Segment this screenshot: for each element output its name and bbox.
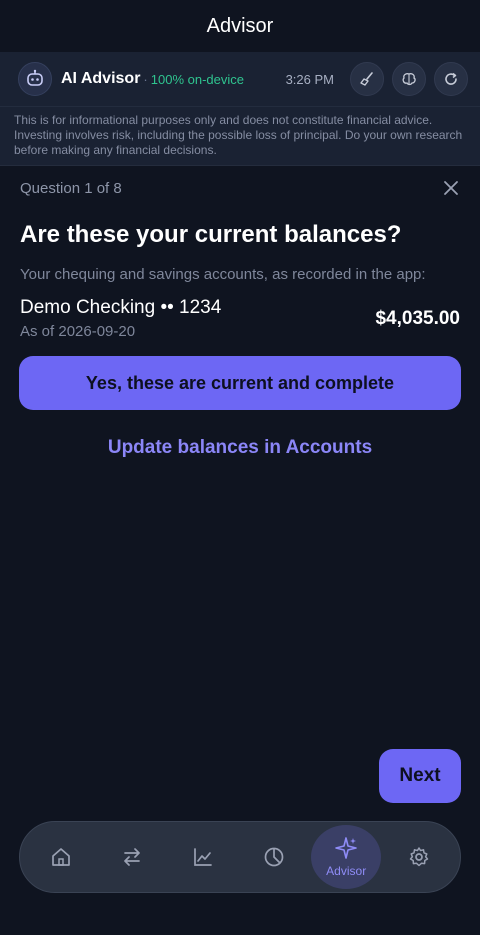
disclaimer-text: This is for informational purposes only … — [0, 107, 480, 166]
tab-transfers[interactable] — [97, 825, 168, 889]
tab-settings[interactable] — [383, 825, 454, 889]
broom-icon — [360, 72, 373, 86]
on-device-status: 100% on-device — [150, 71, 244, 87]
tab-home[interactable] — [26, 825, 97, 889]
advisor-header: AI Advisor · 100% on-device 3:26 PM — [0, 52, 480, 107]
trend-chart-icon — [194, 848, 212, 866]
close-button[interactable] — [442, 179, 460, 197]
brain-icon — [402, 73, 416, 86]
separator-dot: · — [143, 71, 148, 87]
timestamp: 3:26 PM — [285, 71, 334, 87]
tab-advisor[interactable]: Advisor — [311, 825, 382, 889]
clear-chat-button[interactable] — [350, 62, 384, 96]
home-icon — [52, 848, 71, 866]
sparkle-icon — [335, 837, 357, 859]
advisor-name: AI Advisor — [61, 70, 141, 87]
page-title: Advisor — [206, 14, 274, 37]
tab-budget[interactable] — [238, 825, 309, 889]
account-name: Demo Checking •• 1234 — [20, 297, 222, 318]
update-balances-link[interactable]: Update balances in Accounts — [0, 437, 480, 459]
account-info: Demo Checking •• 1234 As of 2026-09-20 — [20, 297, 221, 340]
account-as-of-date: As of 2026-09-20 — [20, 323, 136, 340]
account-balance: $4,035.00 — [375, 307, 460, 329]
confirm-balances-button[interactable]: Yes, these are current and complete — [19, 356, 461, 410]
gear-icon — [409, 847, 428, 867]
account-row: Demo Checking •• 1234 As of 2026-09-20 $… — [0, 283, 480, 340]
question-subtitle: Your chequing and savings accounts, as r… — [20, 266, 426, 283]
bottom-tab-bar: Advisor — [19, 821, 461, 893]
question-title: Are these your current balances? — [20, 221, 402, 248]
question-header: Question 1 of 8 — [0, 166, 480, 210]
next-button[interactable]: Next — [379, 749, 461, 803]
tab-investments[interactable] — [168, 825, 239, 889]
question-counter: Question 1 of 8 — [20, 179, 122, 197]
transfer-icon — [124, 848, 141, 866]
brain-mode-button[interactable] — [392, 62, 426, 96]
pie-chart-icon — [264, 847, 284, 867]
top-bar: Advisor — [0, 0, 480, 52]
refresh-button[interactable] — [434, 62, 468, 96]
tab-advisor-label: Advisor — [326, 864, 367, 878]
robot-avatar-icon — [18, 62, 52, 96]
close-icon — [444, 181, 458, 195]
refresh-icon — [445, 72, 457, 85]
